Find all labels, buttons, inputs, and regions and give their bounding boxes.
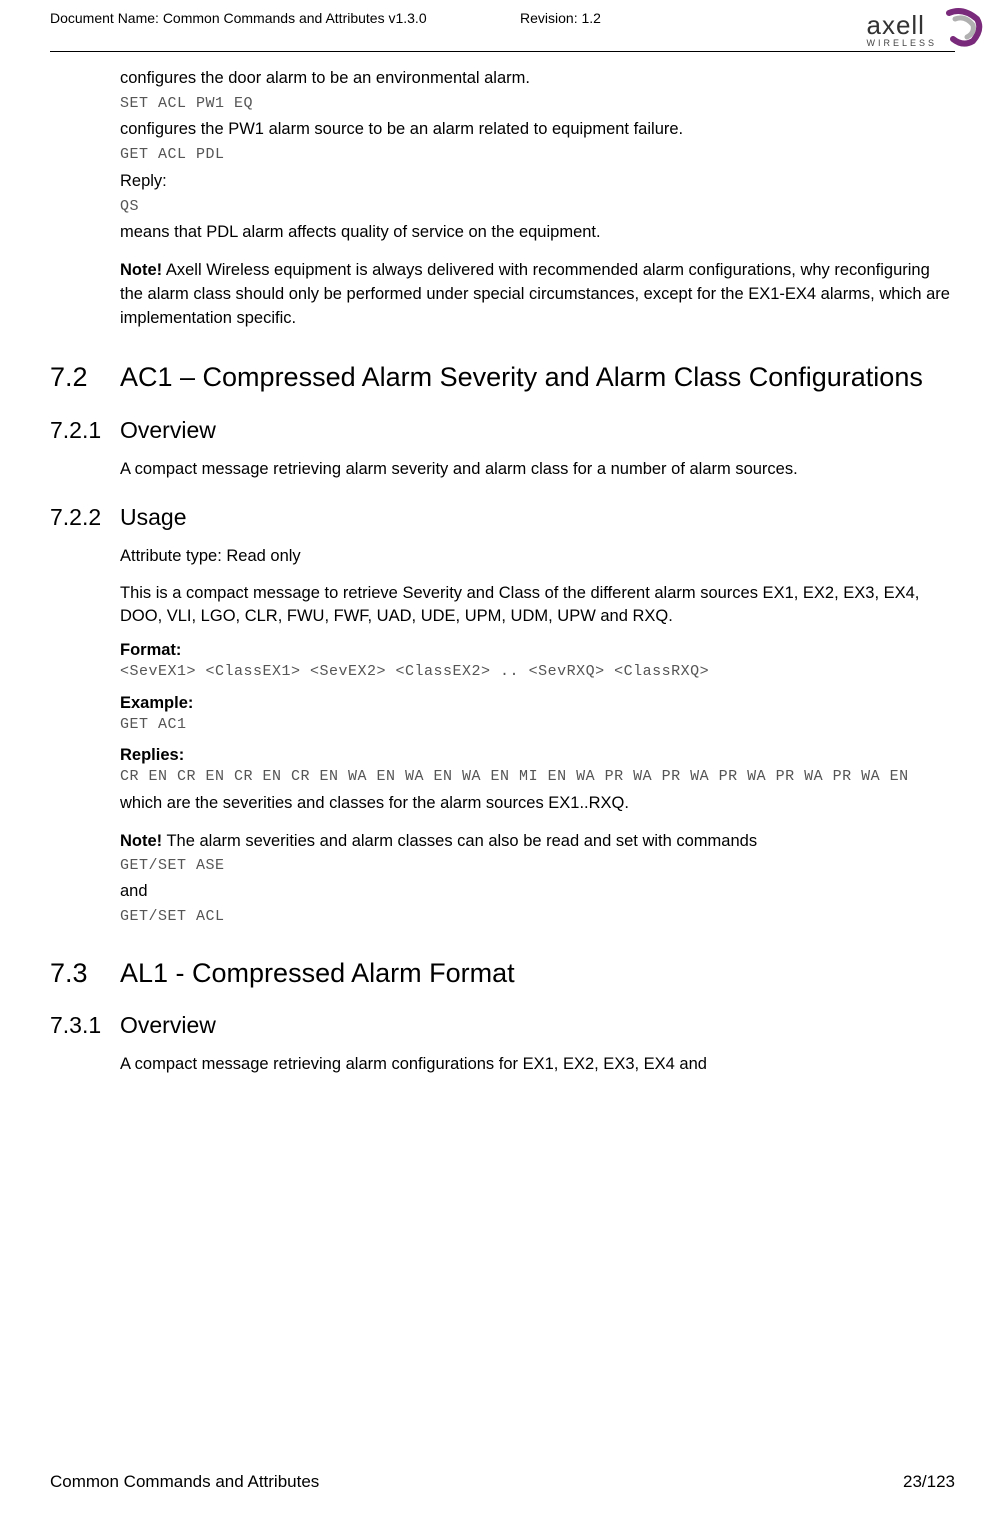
note-label: Note! <box>120 832 162 850</box>
heading-number: 7.3.1 <box>50 1012 101 1039</box>
code-block: <SevEX1> <ClassEX1> <SevEX2> <ClassEX2> … <box>120 662 955 682</box>
note-text: The alarm severities and alarm classes c… <box>162 832 757 850</box>
code-block: GET/SET ASE <box>120 856 955 876</box>
brand-logo: axell WIRELESS <box>866 5 985 52</box>
attribute-type: Attribute type: Read only <box>120 545 955 569</box>
section-heading-7-2: 7.2 AC1 – Compressed Alarm Severity and … <box>50 361 955 395</box>
page-content: configures the door alarm to be an envir… <box>50 67 955 1077</box>
note-text: Axell Wireless equipment is always deliv… <box>120 261 950 327</box>
body-text: A compact message retrieving alarm confi… <box>120 1053 955 1077</box>
heading-title: Usage <box>120 504 186 530</box>
body-text: A compact message retrieving alarm sever… <box>120 458 955 482</box>
note-label: Note! <box>120 261 162 279</box>
body-text: means that PDL alarm affects quality of … <box>120 221 955 245</box>
revision-label: Revision: 1.2 <box>520 10 601 26</box>
heading-number: 7.3 <box>50 957 88 991</box>
page-footer: Common Commands and Attributes 23/123 <box>50 1472 955 1492</box>
section-heading-7-2-1: 7.2.1 Overview <box>50 417 955 444</box>
logo-text-main: axell <box>866 10 924 41</box>
code-block: GET ACL PDL <box>120 145 955 165</box>
doc-name: Document Name: Common Commands and Attri… <box>50 10 955 26</box>
section-heading-7-2-2: 7.2.2 Usage <box>50 504 955 531</box>
code-block: SET ACL PW1 EQ <box>120 94 955 114</box>
reply-label: Reply: <box>120 170 955 194</box>
note-block: Note! Axell Wireless equipment is always… <box>120 259 955 331</box>
body-text: which are the severities and classes for… <box>120 792 955 816</box>
body-text: configures the door alarm to be an envir… <box>120 67 955 91</box>
note-block: Note! The alarm severities and alarm cla… <box>120 830 955 854</box>
page-header: Document Name: Common Commands and Attri… <box>50 0 955 26</box>
body-text: and <box>120 880 955 904</box>
heading-number: 7.2.1 <box>50 417 101 444</box>
code-block: QS <box>120 197 955 217</box>
heading-title: Overview <box>120 1012 216 1038</box>
heading-title: AL1 - Compressed Alarm Format <box>120 958 515 988</box>
header-divider <box>50 51 955 52</box>
heading-title: AC1 – Compressed Alarm Severity and Alar… <box>120 362 923 392</box>
section-heading-7-3-1: 7.3.1 Overview <box>50 1012 955 1039</box>
logo-text-sub: WIRELESS <box>866 38 937 48</box>
logo-swirl-icon <box>941 5 985 52</box>
code-block: GET/SET ACL <box>120 907 955 927</box>
heading-title: Overview <box>120 417 216 443</box>
replies-label: Replies: <box>120 746 955 765</box>
code-block: CR EN CR EN CR EN CR EN WA EN WA EN WA E… <box>120 767 955 787</box>
heading-number: 7.2.2 <box>50 504 101 531</box>
footer-title: Common Commands and Attributes <box>50 1472 319 1492</box>
page-number: 23/123 <box>903 1472 955 1492</box>
body-text: configures the PW1 alarm source to be an… <box>120 118 955 142</box>
usage-description: This is a compact message to retrieve Se… <box>120 582 955 630</box>
format-label: Format: <box>120 641 955 660</box>
code-block: GET AC1 <box>120 715 955 735</box>
example-label: Example: <box>120 694 955 713</box>
section-heading-7-3: 7.3 AL1 - Compressed Alarm Format <box>50 957 955 991</box>
heading-number: 7.2 <box>50 361 88 395</box>
